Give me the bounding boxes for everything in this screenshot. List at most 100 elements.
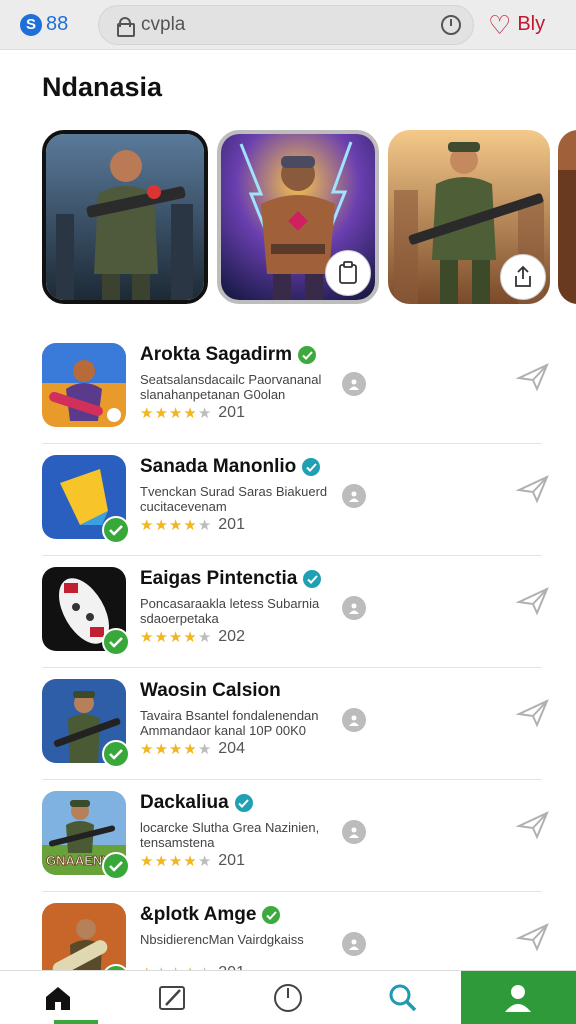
address-text[interactable]: cvpla bbox=[141, 14, 441, 36]
favorites-label: Bly bbox=[517, 13, 546, 35]
developer-avatar-button[interactable] bbox=[342, 372, 366, 396]
app-description-line: Tvenckan Surad Saras Biakuerd bbox=[140, 484, 328, 499]
star-icon: ★ bbox=[140, 405, 154, 422]
list-item[interactable]: Sanada Manonlio Tvenckan Surad Saras Bia… bbox=[42, 450, 549, 556]
app-name-text: Arokta Sagadirm bbox=[140, 344, 293, 365]
app-name[interactable]: &plotk Amge bbox=[140, 904, 281, 926]
address-bar[interactable]: cvpla bbox=[98, 4, 474, 45]
app-rating: ★ ★ ★ ★ ★ 202 bbox=[140, 628, 245, 646]
developer-avatar-button[interactable] bbox=[342, 708, 366, 732]
list-item[interactable]: Waosin Calsion Tavaira Bsantel fondalene… bbox=[42, 674, 549, 780]
developer-avatar-button[interactable] bbox=[342, 484, 366, 508]
list-item[interactable]: Arokta Sagadirm Seatsalansdacailc Paorva… bbox=[42, 338, 549, 444]
app-name-text: Eaigas Pintenctia bbox=[140, 568, 298, 589]
app-name[interactable]: Sanada Manonlio bbox=[140, 456, 321, 478]
nav-edit[interactable] bbox=[115, 971, 230, 1024]
star-icon: ★ bbox=[154, 405, 168, 422]
nav-home[interactable] bbox=[0, 971, 115, 1024]
star-icon: ★ bbox=[154, 853, 168, 870]
share-up-button[interactable] bbox=[500, 254, 546, 300]
send-icon[interactable] bbox=[516, 922, 550, 952]
featured-card-rifleman[interactable] bbox=[388, 130, 550, 304]
section-title: Ndanasia bbox=[42, 72, 163, 102]
search-icon bbox=[389, 984, 417, 1011]
nav-search[interactable] bbox=[346, 971, 461, 1024]
app-name[interactable]: Eaigas Pintenctia bbox=[140, 568, 322, 590]
app-description-line: tensamstena bbox=[140, 835, 215, 850]
app-rating: ★★★★★ 201 bbox=[140, 404, 245, 422]
featured-card-warrior[interactable] bbox=[217, 130, 379, 304]
star-icon: ★ bbox=[168, 517, 183, 534]
bottom-navigation bbox=[0, 970, 576, 1024]
edit-icon bbox=[158, 985, 185, 1010]
rating-count: 201 bbox=[218, 404, 245, 421]
person-icon bbox=[349, 715, 359, 726]
send-icon[interactable] bbox=[516, 810, 550, 840]
app-name[interactable]: Dackaliua bbox=[140, 792, 253, 814]
person-icon bbox=[349, 491, 359, 502]
send-icon[interactable] bbox=[516, 362, 550, 392]
app-description: Tvenckan Surad Saras Biakuerd cucitaceve… bbox=[140, 484, 350, 514]
star-icon: ★ bbox=[183, 853, 197, 870]
star-icon: ★ bbox=[168, 629, 183, 646]
app-description: Poncasaraakla letess Subarnia sdaoerpeta… bbox=[140, 596, 350, 626]
star-icon: ★ bbox=[140, 853, 154, 870]
app-description-line: Poncasaraakla letess Subarnia bbox=[140, 596, 320, 611]
app-description-line: Tavaira Bsantel fondalenendan bbox=[140, 708, 319, 723]
list-item[interactable]: GNAAENV Dackaliua locarcke Slutha Grea N… bbox=[42, 786, 549, 892]
favorites-button[interactable]: ♡ Bly bbox=[488, 12, 545, 38]
star-icon: ★ bbox=[168, 853, 183, 870]
lock-icon bbox=[117, 16, 135, 37]
app-description-line: NbsidierencMan Vairdgkaiss bbox=[140, 932, 304, 947]
rating-count: 201 bbox=[218, 852, 245, 869]
soldier-art-icon bbox=[46, 134, 204, 300]
app-description-line: Ammandaor kanal 10P 00K0 bbox=[140, 723, 306, 738]
person-icon bbox=[349, 939, 359, 950]
featured-carousel[interactable] bbox=[42, 130, 576, 306]
send-icon[interactable] bbox=[516, 474, 550, 504]
star-icon: ★ bbox=[183, 405, 197, 422]
brand-logo-icon: S bbox=[20, 13, 42, 36]
list-item[interactable]: Eaigas Pintenctia Poncasaraakla letess S… bbox=[42, 562, 549, 668]
featured-card-partial[interactable] bbox=[558, 130, 576, 304]
heart-icon: ♡ bbox=[488, 9, 512, 40]
app-icon[interactable] bbox=[42, 343, 126, 427]
star-icon: ★ bbox=[183, 741, 197, 758]
star-icon: ★ bbox=[140, 517, 154, 534]
history-icon[interactable] bbox=[441, 14, 461, 35]
app-name-text: Waosin Calsion bbox=[140, 680, 281, 701]
send-icon[interactable] bbox=[516, 698, 550, 728]
app-name-text: Sanada Manonlio bbox=[140, 456, 297, 477]
clock-icon bbox=[274, 983, 302, 1012]
app-name-text: &plotk Amge bbox=[140, 904, 257, 925]
clipboard-button[interactable] bbox=[325, 250, 371, 296]
app-name[interactable]: Arokta Sagadirm bbox=[140, 344, 317, 366]
featured-card-soldier[interactable] bbox=[42, 130, 208, 304]
app-description: Seatsalansdacailc Paorvananal slanahanpe… bbox=[140, 372, 350, 402]
star-icon: ★ bbox=[154, 629, 168, 646]
person-icon bbox=[349, 827, 359, 838]
person-icon bbox=[349, 379, 359, 390]
developer-avatar-button[interactable] bbox=[342, 932, 366, 956]
app-description-line: cucitacevenam bbox=[140, 499, 227, 514]
star-empty-icon: ★ bbox=[197, 517, 212, 534]
app-name[interactable]: Waosin Calsion bbox=[140, 680, 281, 702]
rating-count: 204 bbox=[218, 740, 245, 757]
star-icon: ★ bbox=[168, 741, 183, 758]
star-empty-icon: ★ bbox=[197, 629, 212, 646]
star-icon: ★ bbox=[183, 517, 197, 534]
clipboard-icon bbox=[339, 261, 357, 284]
star-empty-icon: ★ bbox=[197, 405, 212, 422]
developer-avatar-button[interactable] bbox=[342, 820, 366, 844]
app-brand[interactable]: S 88 bbox=[20, 13, 90, 36]
developer-avatar-button[interactable] bbox=[342, 596, 366, 620]
nav-profile[interactable] bbox=[460, 971, 576, 1024]
installed-badge-icon bbox=[102, 628, 130, 656]
verified-icon bbox=[302, 458, 321, 476]
star-icon: ★ bbox=[140, 741, 154, 758]
app-description: locarcke Slutha Grea Nazinien, tensamste… bbox=[140, 820, 350, 850]
nav-history[interactable] bbox=[230, 971, 345, 1024]
rating-count: 201 bbox=[218, 516, 245, 533]
brand-number: 88 bbox=[46, 13, 69, 35]
send-icon[interactable] bbox=[516, 586, 550, 616]
